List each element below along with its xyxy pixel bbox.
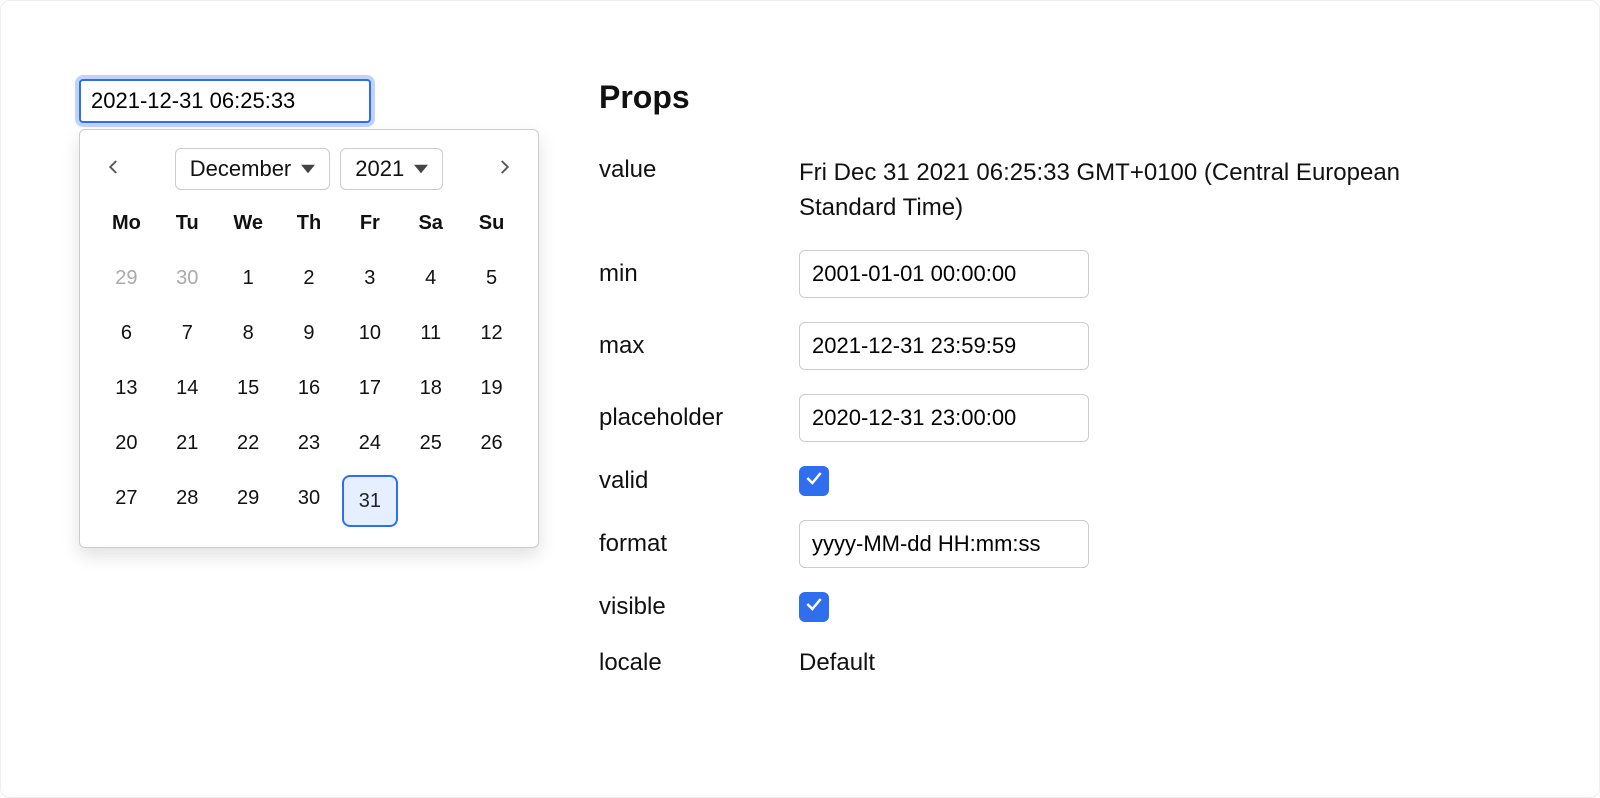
prop-row-format: format: [599, 520, 1499, 568]
weekday-label: Sa: [400, 202, 461, 245]
calendar-day[interactable]: 21: [157, 416, 218, 471]
prop-value-text: Fri Dec 31 2021 06:25:33 GMT+0100 (Centr…: [799, 156, 1439, 226]
prop-label: format: [599, 530, 799, 558]
calendar-day[interactable]: 16: [279, 361, 340, 416]
weekday-header: Mo Tu We Th Fr Sa Su: [80, 202, 538, 245]
placeholder-input[interactable]: [799, 394, 1089, 442]
caret-down-icon: [301, 162, 315, 176]
prop-row-valid: valid: [599, 466, 1499, 496]
checkmark-icon: [804, 593, 824, 621]
calendar-day[interactable]: 7: [157, 306, 218, 361]
calendar-day[interactable]: 6: [96, 306, 157, 361]
weekday-label: Th: [279, 202, 340, 245]
next-month-button[interactable]: [486, 151, 522, 187]
max-input[interactable]: [799, 322, 1089, 370]
valid-checkbox[interactable]: [799, 466, 829, 496]
calendar-day[interactable]: 19: [461, 361, 522, 416]
calendar-week: 6789101112: [80, 306, 538, 361]
calendar-header: December 2021: [80, 144, 538, 202]
prop-label: locale: [599, 649, 799, 677]
month-select[interactable]: December: [175, 148, 330, 190]
month-select-label: December: [190, 156, 291, 182]
calendar-day[interactable]: 30: [279, 471, 340, 531]
calendar-popup: December 2021: [79, 129, 539, 548]
demo-panel: December 2021: [0, 0, 1600, 798]
prop-row-visible: visible: [599, 592, 1499, 622]
calendar-day[interactable]: 11: [400, 306, 461, 361]
prop-row-min: min: [599, 250, 1499, 298]
calendar-day[interactable]: 10: [339, 306, 400, 361]
year-select[interactable]: 2021: [340, 148, 443, 190]
calendar-day[interactable]: 29: [96, 251, 157, 306]
calendar-week: 293012345: [80, 251, 538, 306]
calendar-day[interactable]: 17: [339, 361, 400, 416]
year-select-label: 2021: [355, 156, 404, 182]
locale-value: Default: [799, 646, 1439, 681]
prev-month-button[interactable]: [96, 151, 132, 187]
weekday-label: Tu: [157, 202, 218, 245]
prop-row-locale: locale Default: [599, 646, 1499, 681]
calendar-week: 20212223242526: [80, 416, 538, 471]
calendar-grid: 2930123456789101112131415161718192021222…: [80, 251, 538, 531]
calendar-day[interactable]: 25: [400, 416, 461, 471]
calendar-day[interactable]: 2: [279, 251, 340, 306]
datetime-input[interactable]: [79, 79, 371, 123]
calendar-day[interactable]: 15: [218, 361, 279, 416]
min-input[interactable]: [799, 250, 1089, 298]
prop-label: placeholder: [599, 404, 799, 432]
calendar-week: 2728293031: [80, 471, 538, 531]
calendar-day[interactable]: 29: [218, 471, 279, 531]
format-input[interactable]: [799, 520, 1089, 568]
visible-checkbox[interactable]: [799, 592, 829, 622]
props-panel: Props value Fri Dec 31 2021 06:25:33 GMT…: [599, 79, 1499, 704]
calendar-day[interactable]: 9: [279, 306, 340, 361]
calendar-day[interactable]: 5: [461, 251, 522, 306]
weekday-label: Fr: [339, 202, 400, 245]
calendar-day[interactable]: 22: [218, 416, 279, 471]
props-heading: Props: [599, 79, 1499, 116]
chevron-right-icon: [495, 155, 513, 183]
calendar-day[interactable]: 13: [96, 361, 157, 416]
calendar-day[interactable]: 26: [461, 416, 522, 471]
prop-label: min: [599, 260, 799, 288]
chevron-left-icon: [105, 155, 123, 183]
calendar-day[interactable]: 3: [339, 251, 400, 306]
calendar-day[interactable]: 1: [218, 251, 279, 306]
calendar-day[interactable]: 31: [342, 475, 398, 527]
calendar-day[interactable]: 28: [157, 471, 218, 531]
prop-label: max: [599, 332, 799, 360]
datepicker-column: December 2021: [79, 79, 539, 123]
weekday-label: We: [218, 202, 279, 245]
calendar-day[interactable]: 20: [96, 416, 157, 471]
calendar-day[interactable]: 30: [157, 251, 218, 306]
calendar-day[interactable]: 27: [96, 471, 157, 531]
calendar-day[interactable]: 23: [279, 416, 340, 471]
prop-label: valid: [599, 467, 799, 495]
calendar-day[interactable]: 8: [218, 306, 279, 361]
calendar-week: 13141516171819: [80, 361, 538, 416]
calendar-day[interactable]: 24: [339, 416, 400, 471]
weekday-label: Mo: [96, 202, 157, 245]
caret-down-icon: [414, 162, 428, 176]
prop-label: visible: [599, 593, 799, 621]
prop-row-placeholder: placeholder: [599, 394, 1499, 442]
calendar-day[interactable]: 18: [400, 361, 461, 416]
checkmark-icon: [804, 467, 824, 495]
prop-row-max: max: [599, 322, 1499, 370]
calendar-day[interactable]: 14: [157, 361, 218, 416]
weekday-label: Su: [461, 202, 522, 245]
prop-row-value: value Fri Dec 31 2021 06:25:33 GMT+0100 …: [599, 156, 1499, 226]
calendar-day[interactable]: 12: [461, 306, 522, 361]
calendar-day[interactable]: 4: [400, 251, 461, 306]
prop-label: value: [599, 156, 799, 184]
